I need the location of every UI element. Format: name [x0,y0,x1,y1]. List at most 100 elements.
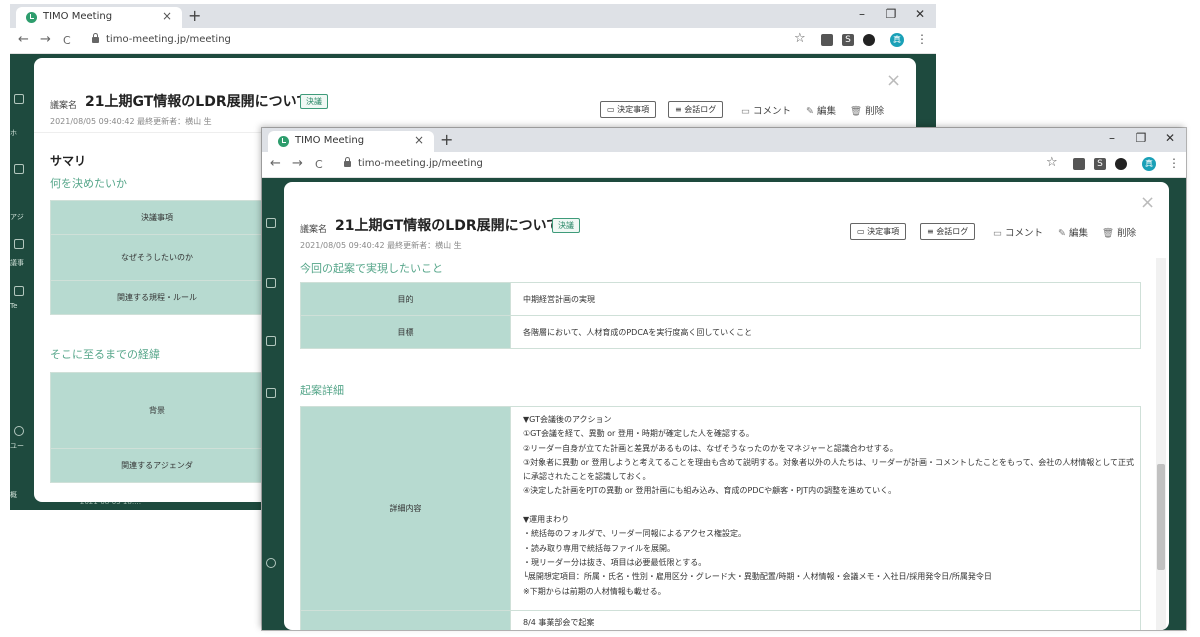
tab-strip: TIMO Meeting × + – ❐ ✕ [262,128,1186,152]
agenda-icon[interactable] [266,278,276,288]
reload-icon[interactable]: C [63,34,71,47]
minutes-icon[interactable] [14,239,24,249]
back-arrow-icon[interactable]: ← [270,156,281,171]
agenda-modal: × 議案名 21上期GT情報のLDR展開について 決議 2021/08/05 0… [284,182,1169,630]
resolution-badge: 決議 [300,94,328,109]
home-icon[interactable] [14,94,24,104]
tab-title: TIMO Meeting [295,135,365,146]
reload-icon[interactable]: C [315,158,323,171]
list-icon: ≡ [675,105,682,114]
bookmark-star-icon[interactable]: ☆ [1046,155,1058,170]
trash-icon: 🗑 [1102,228,1115,239]
details-table: 詳細内容 ▼GT会議後のアクション ①GT会議を経て、異動 or 登用・時期が確… [300,406,1141,630]
bookmark-star-icon[interactable]: ☆ [794,31,806,46]
pencil-icon: ✎ [806,106,814,117]
agenda-title: 21上期GT情報のLDR展開について [335,218,561,234]
detail-content: ▼GT会議後のアクション ①GT会議を経て、異動 or 登用・時期が確定した人を… [510,406,1141,611]
browser-toolbar: ← → C timo-meeting.jp/meeting ☆ S 真 ⋮ [262,152,1186,178]
template-icon[interactable] [14,286,24,296]
close-icon[interactable]: × [886,70,901,91]
pencil-icon: ✎ [1058,228,1066,239]
maximize-button[interactable]: ❐ [884,7,898,21]
chat-log-button[interactable]: ≡ 会話ログ [668,101,724,118]
last-updated-meta: 2021/08/05 09:40:42 最終更新者：横山 生 [50,117,212,126]
row-key: 目標 [300,315,511,349]
browser-toolbar: ← → C timo-meeting.jp/meeting ☆ S 真 ⋮ [10,28,936,54]
agenda-icon[interactable] [14,164,24,174]
browser-window-front: TIMO Meeting × + – ❐ ✕ ← → C timo-meetin… [262,128,1186,630]
comment-button[interactable]: ▭ コメント [993,225,1043,239]
sidebar-label: 議事 [10,259,24,267]
decisions-button[interactable]: ▭ 決定事項 [850,223,907,240]
section-title-background: そこに至るまでの経緯 [50,348,160,361]
browser-menu-icon[interactable]: ⋮ [1168,156,1180,170]
row-value: 中期経営計画の実現 [510,282,1141,316]
delete-button[interactable]: 🗑 削除 [1102,225,1136,239]
back-arrow-icon[interactable]: ← [18,32,29,47]
resolution-badge: 決議 [552,218,580,233]
extension-dot-icon[interactable] [863,34,875,46]
sidebar-label: ユー [10,442,24,450]
lock-icon [344,157,351,167]
extension-s-icon[interactable]: S [1094,158,1106,170]
profile-avatar[interactable]: 真 [1142,157,1156,171]
comment-icon: ▭ [993,228,1002,239]
section-title-what-to-decide: 何を決めたいか [50,177,127,190]
sidebar-label: アジ [10,213,24,221]
trash-icon: 🗑 [850,106,863,117]
scrollbar-thumb[interactable] [1157,464,1165,570]
address-bar[interactable]: timo-meeting.jp/meeting [358,158,483,169]
edit-button[interactable]: ✎ 編集 [1058,225,1088,239]
sidebar-label: 概 [10,491,17,499]
minimize-button[interactable]: – [1105,131,1119,145]
profile-avatar[interactable]: 真 [890,33,904,47]
home-icon[interactable] [266,218,276,228]
list-icon: ≡ [927,227,934,236]
address-bar[interactable]: timo-meeting.jp/meeting [106,34,231,45]
browser-tab[interactable]: TIMO Meeting × [16,7,182,28]
scrollbar[interactable] [1156,258,1166,630]
timo-favicon-icon [26,12,37,23]
summary-heading: サマリ [50,154,87,168]
goal-table: 目的 中期経営計画の実現 目標 各階層において、人材育成のPDCAを実行度高く回… [300,282,1141,349]
summary-table: 決議事項 なぜそうしたいのか 関連する規程・ルール [50,200,264,315]
sidebar-label: ホ [10,129,17,137]
extension-icon[interactable] [1073,158,1085,170]
tab-title: TIMO Meeting [43,11,113,22]
forward-arrow-icon[interactable]: → [40,32,51,47]
tab-close-icon[interactable]: × [414,133,424,147]
extension-dot-icon[interactable] [1115,158,1127,170]
row-key: 目的 [300,282,511,316]
agenda-name-label: 議案名 [50,101,78,111]
forward-arrow-icon[interactable]: → [292,156,303,171]
extension-s-icon[interactable]: S [842,34,854,46]
background-table: 背景 関連するアジェンダ [50,372,264,483]
user-icon[interactable] [266,558,276,568]
close-window-button[interactable]: ✕ [913,7,927,21]
comment-button[interactable]: ▭ コメント [741,103,791,117]
delete-button[interactable]: 🗑 削除 [850,103,884,117]
browser-tab[interactable]: TIMO Meeting × [268,131,434,152]
maximize-button[interactable]: ❐ [1134,131,1148,145]
user-icon[interactable] [14,426,24,436]
close-icon[interactable]: × [1140,192,1155,213]
row-value: 各階層において、人材育成のPDCAを実行度高く回していくこと [510,315,1141,349]
chat-log-button[interactable]: ≡ 会話ログ [920,223,976,240]
row-key: 背景 [50,372,264,449]
sidebar-label: Te [10,302,18,310]
browser-menu-icon[interactable]: ⋮ [916,32,928,46]
minutes-icon[interactable] [266,336,276,346]
new-tab-button[interactable]: + [440,130,453,149]
row-key: なぜそうしたいのか [50,234,264,281]
template-icon[interactable] [266,388,276,398]
decisions-button[interactable]: ▭ 決定事項 [600,101,657,118]
row-value: 8/4 事業部会で起案 [510,610,1141,630]
edit-button[interactable]: ✎ 編集 [806,103,836,117]
minimize-button[interactable]: – [855,7,869,21]
extension-icon[interactable] [821,34,833,46]
new-tab-button[interactable]: + [188,6,201,25]
tab-close-icon[interactable]: × [162,9,172,23]
section-title-goal: 今回の起案で実現したいこと [300,262,443,275]
close-window-button[interactable]: ✕ [1163,131,1177,145]
agenda-name-label: 議案名 [300,225,328,235]
